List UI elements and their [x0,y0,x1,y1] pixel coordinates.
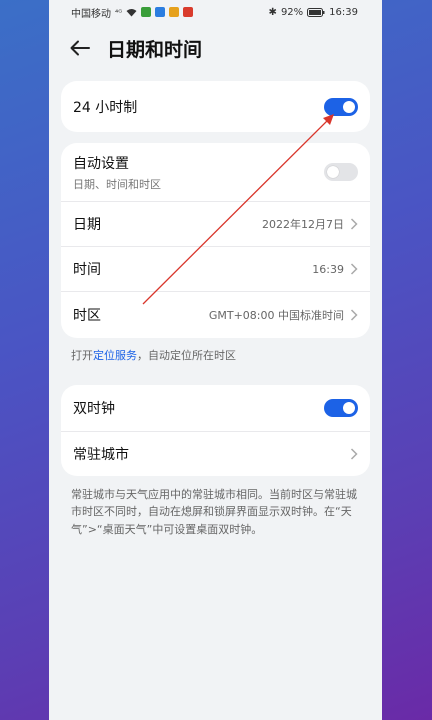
row-24-hour[interactable]: 24 小时制 [61,81,370,132]
label-24-hour: 24 小时制 [73,99,138,116]
card-datetime: 自动设置 日期、时间和时区 日期 2022年12月7日 时间 16:39 时区 … [61,143,370,338]
location-service-link[interactable]: 定位服务 [93,349,137,362]
row-dual-clock[interactable]: 双时钟 [61,385,370,432]
app-icon-blue [155,7,166,17]
label-home-city: 常驻城市 [73,446,129,463]
dual-clock-note: 常驻城市与天气应用中的常驻城市相同。当前时区与常驻城市时区不同时，自动在熄屏和锁… [71,487,357,536]
label-dual-clock: 双时钟 [73,400,115,417]
value-timezone: GMT+08:00 中国标准时间 [208,309,344,322]
back-arrow-icon[interactable] [69,37,91,59]
label-time: 时间 [73,262,101,278]
row-date[interactable]: 日期 2022年12月7日 [61,202,370,247]
app-icon-yellow [169,7,180,17]
status-left: 中国移动 ⁴ᴳ [71,5,194,20]
chevron-right-icon [350,263,358,275]
header: 日期和时间 [49,24,382,72]
chevron-right-icon [350,218,358,230]
carrier-label: 中国移动 [71,8,111,20]
card-dual-clock: 双时钟 常驻城市 [61,384,370,476]
label-timezone: 时区 [73,308,101,324]
toggle-auto-set[interactable] [324,163,358,181]
wifi-icon [126,8,137,16]
app-icon-green [141,7,152,17]
row-home-city[interactable]: 常驻城市 [61,432,370,476]
label-auto-set: 自动设置 [73,155,129,172]
row-auto-set[interactable]: 自动设置 日期、时间和时区 [61,143,370,202]
battery-icon [307,7,325,17]
label-date: 日期 [73,217,101,233]
hint-prefix: 打开 [71,349,93,362]
status-bar: 中国移动 ⁴ᴳ ✱ 92% 16:39 [49,0,382,24]
bluetooth-icon: ✱ [268,6,277,18]
value-date: 2022年12月7日 [262,218,344,231]
location-hint: 打开定位服务，自动定位所在时区 [49,338,382,365]
page-title: 日期和时间 [107,38,203,61]
app-icon-red [183,7,194,17]
row-timezone[interactable]: 时区 GMT+08:00 中国标准时间 [61,292,370,338]
value-time: 16:39 [312,262,344,276]
card-24hour: 24 小时制 [61,81,370,132]
sub-auto-set: 日期、时间和时区 [73,177,161,191]
toggle-24-hour[interactable] [324,97,358,116]
signal-icon: ⁴ᴳ [115,7,123,17]
battery-percent: 92% [280,6,304,18]
phone-screen: 中国移动 ⁴ᴳ ✱ 92% 16:39 日期和时间 24 小时制 自动设置 日期… [49,0,382,720]
row-time[interactable]: 时间 16:39 [61,247,370,292]
status-time: 16:39 [329,6,358,18]
toggle-dual-clock[interactable] [324,398,358,417]
chevron-right-icon [350,309,358,321]
hint-suffix: ，自动定位所在时区 [137,349,236,362]
chevron-right-icon [350,448,358,460]
status-right: ✱ 92% 16:39 [269,7,358,18]
